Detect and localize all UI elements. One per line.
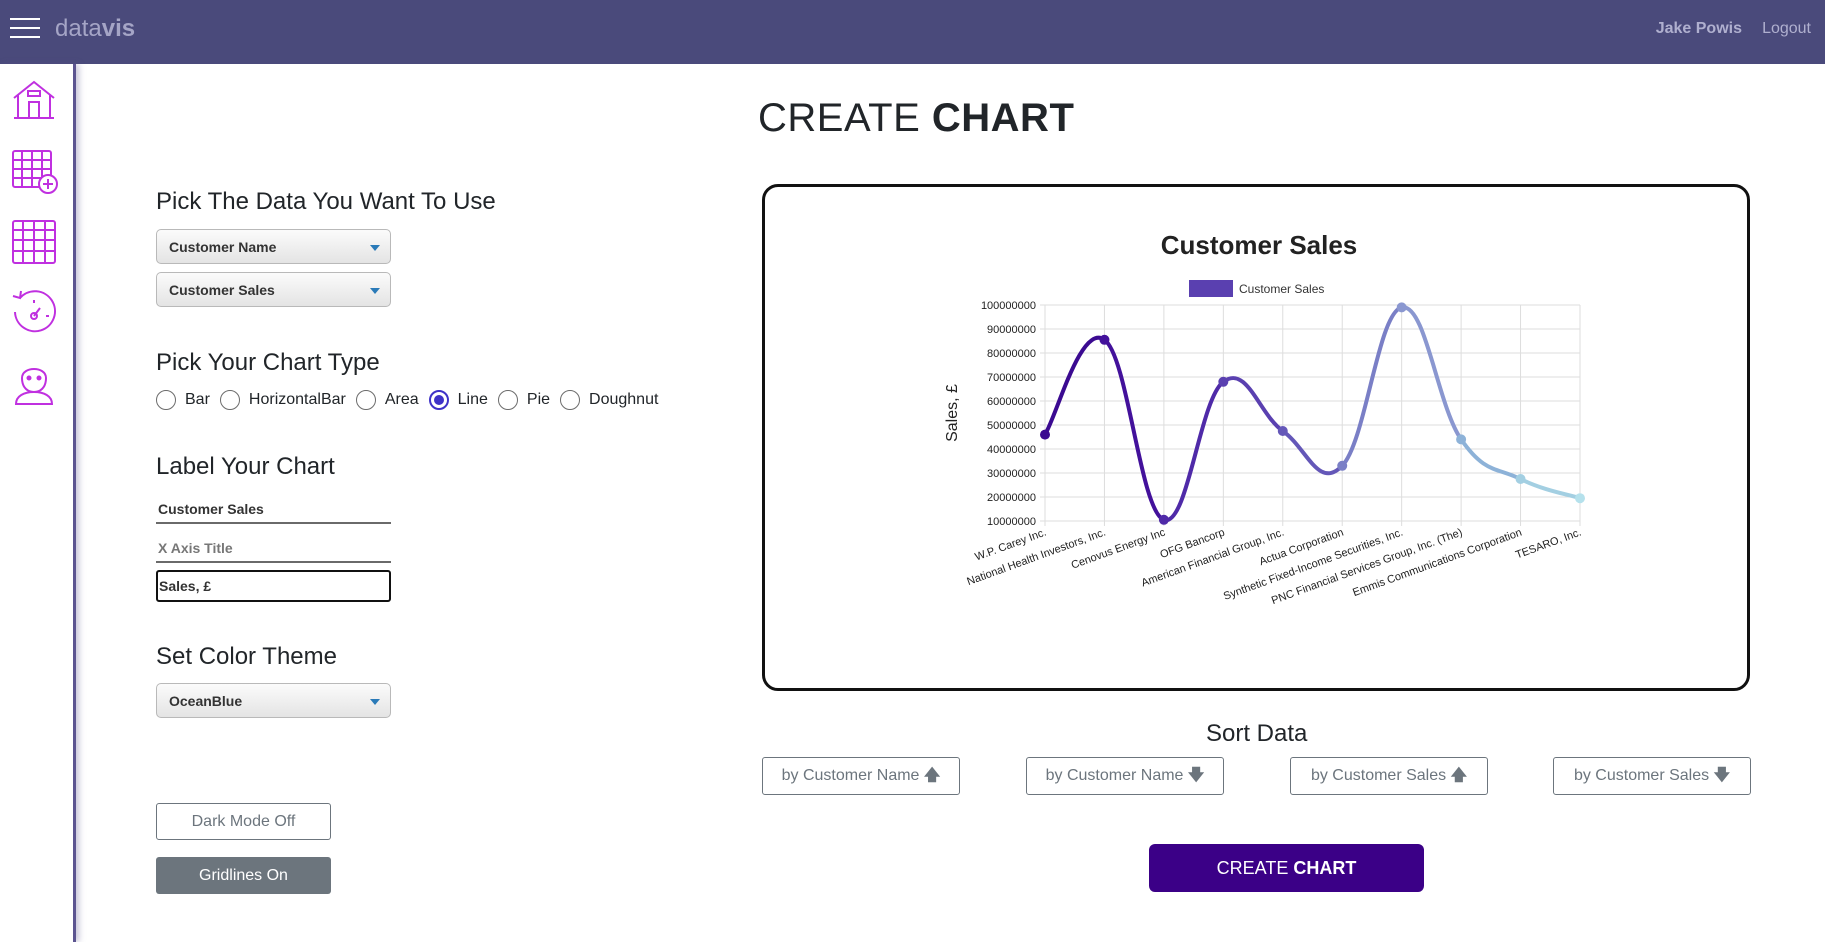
- radio-pie-label: Pie: [526, 391, 551, 408]
- data-point[interactable]: [1218, 376, 1229, 387]
- line-segment: [1518, 477, 1582, 501]
- page-title: CREATE CHART: [758, 96, 1075, 140]
- menu-icon[interactable]: [10, 18, 40, 42]
- arrow-down-icon: 🡇: [1187, 767, 1205, 784]
- radio-horizontalbar-label: HorizontalBar: [248, 391, 346, 408]
- y-axis-label: Sales, £: [944, 384, 961, 442]
- chart-type-section-title: Pick Your Chart Type: [156, 349, 380, 376]
- line-segment: [1280, 429, 1345, 476]
- radio-line-label: Line: [457, 391, 488, 408]
- line-segment: [1161, 379, 1226, 522]
- radio-doughnut[interactable]: Doughnut: [560, 390, 658, 410]
- chart-preview: Customer Sales Customer Sales Sales, £ 1…: [762, 184, 1750, 691]
- y-tick-label: 60000000: [987, 396, 1036, 408]
- x-data-select-value: Customer Name: [169, 239, 277, 255]
- history-icon[interactable]: [10, 288, 58, 336]
- radio-pie[interactable]: Pie: [497, 390, 551, 410]
- radio-bar-label: Bar: [185, 391, 210, 408]
- sort-name-asc-label: by Customer Name: [781, 767, 920, 784]
- chevron-down-icon: [370, 245, 380, 251]
- sort-name-desc-label: by Customer Name: [1045, 767, 1184, 784]
- home-icon[interactable]: [10, 76, 58, 124]
- data-point[interactable]: [1575, 493, 1585, 504]
- line-segment: [1340, 305, 1404, 468]
- chart-type-radio-group: Bar HorizontalBar Area Line Pie Doughnut: [156, 390, 668, 410]
- create-chart-button[interactable]: CREATE CHART: [1149, 844, 1424, 892]
- radio-area-label: Area: [384, 391, 419, 408]
- color-theme-select[interactable]: OceanBlue: [156, 683, 391, 718]
- data-point[interactable]: [1099, 334, 1110, 345]
- chevron-down-icon: [370, 288, 380, 294]
- line-segment: [1221, 376, 1285, 433]
- sort-section-title: Sort Data: [1206, 720, 1308, 747]
- table-icon[interactable]: [10, 218, 58, 266]
- legend-label: Customer Sales: [1239, 282, 1324, 296]
- legend-swatch[interactable]: [1189, 280, 1233, 297]
- line-chart: Customer Sales Customer Sales Sales, £ 1…: [944, 230, 1585, 607]
- top-navbar: datavis Jake Powis Logout: [0, 0, 1825, 64]
- sort-sales-desc-button[interactable]: by Customer Sales 🡇: [1553, 757, 1751, 795]
- data-point[interactable]: [1456, 434, 1467, 445]
- sort-name-asc-button[interactable]: by Customer Name 🡅: [762, 757, 960, 795]
- logout-link[interactable]: Logout: [1762, 20, 1811, 38]
- radio-bar[interactable]: Bar: [156, 390, 210, 410]
- line-segment: [1102, 337, 1166, 522]
- y-tick-label: 50000000: [987, 420, 1036, 432]
- line-segment: [1043, 335, 1107, 437]
- data-point[interactable]: [1277, 426, 1288, 436]
- sort-sales-desc-label: by Customer Sales: [1573, 767, 1710, 784]
- label-section-title: Label Your Chart: [156, 453, 335, 480]
- chart-title: Customer Sales: [1161, 230, 1358, 260]
- radio-horizontalbar[interactable]: HorizontalBar: [219, 390, 346, 410]
- x-tick-label: TESARO, Inc.: [1514, 527, 1583, 562]
- radio-line[interactable]: Line: [428, 390, 488, 410]
- sort-sales-asc-label: by Customer Sales: [1310, 767, 1447, 784]
- y-tick-label: 80000000: [987, 348, 1036, 360]
- sidebar: [0, 64, 76, 942]
- chevron-down-icon: [370, 699, 380, 705]
- brand-logo[interactable]: datavis: [55, 15, 135, 43]
- y-tick-label: 30000000: [987, 468, 1036, 480]
- y-data-select[interactable]: Customer Sales: [156, 272, 391, 307]
- profile-icon[interactable]: [10, 358, 58, 406]
- arrow-up-icon: 🡅: [923, 767, 941, 784]
- sort-sales-asc-button[interactable]: by Customer Sales 🡅: [1290, 757, 1488, 795]
- y-tick-label: 40000000: [987, 444, 1036, 456]
- add-table-icon[interactable]: [10, 148, 58, 196]
- sort-name-desc-button[interactable]: by Customer Name 🡇: [1026, 757, 1224, 795]
- create-chart-button-label: CREATE: [1216, 857, 1294, 878]
- data-section-title: Pick The Data You Want To Use: [156, 188, 496, 215]
- radio-doughnut-label: Doughnut: [589, 391, 659, 408]
- radio-area[interactable]: Area: [355, 390, 419, 410]
- arrow-up-icon: 🡅: [1450, 767, 1468, 784]
- y-tick-label: 10000000: [987, 516, 1036, 528]
- color-theme-select-value: OceanBlue: [169, 693, 243, 709]
- data-point[interactable]: [1158, 514, 1169, 525]
- chart-title-input[interactable]: [156, 496, 391, 524]
- y-tick-label: 20000000: [987, 492, 1036, 504]
- x-data-select[interactable]: Customer Name: [156, 229, 391, 264]
- x-axis-title-input[interactable]: [156, 535, 391, 563]
- data-point[interactable]: [1040, 429, 1050, 440]
- arrow-down-icon: 🡇: [1713, 767, 1731, 784]
- y-data-select-value: Customer Sales: [169, 282, 275, 298]
- y-axis-title-input[interactable]: [156, 570, 391, 602]
- line-segment: [1399, 305, 1464, 442]
- y-tick-label: 100000000: [981, 300, 1036, 312]
- data-point[interactable]: [1337, 460, 1348, 471]
- dark-mode-toggle[interactable]: Dark Mode Off: [156, 803, 331, 840]
- data-point[interactable]: [1396, 302, 1407, 313]
- theme-section-title: Set Color Theme: [156, 643, 337, 670]
- create-chart-button-label-bold: CHART: [1293, 857, 1357, 878]
- y-tick-label: 90000000: [987, 324, 1036, 336]
- gridlines-toggle[interactable]: Gridlines On: [156, 857, 331, 894]
- user-name[interactable]: Jake Powis: [1656, 20, 1742, 38]
- y-tick-label: 70000000: [987, 372, 1036, 384]
- data-point[interactable]: [1515, 474, 1526, 484]
